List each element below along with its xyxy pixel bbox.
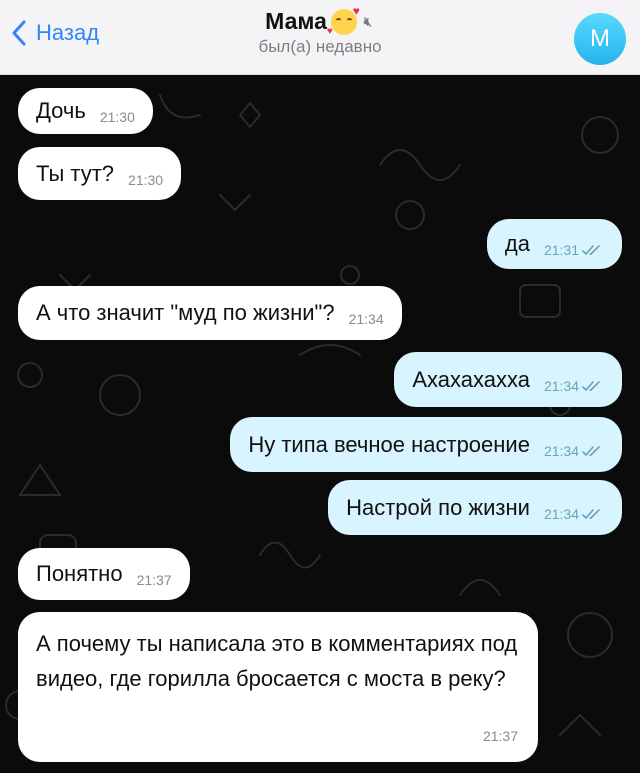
message-time-row: 21:34 [544,506,604,522]
message-time-row: 21:34 [544,378,604,394]
double-check-icon [582,245,600,256]
double-check-icon [582,508,600,519]
message-time: 21:30 [128,171,164,188]
double-check-icon [582,380,600,391]
message-incoming[interactable]: Понятно 21:37 [18,548,190,600]
contact-name: Мама [265,8,327,34]
message-time-row: 21:34 [544,443,604,459]
muted-icon: 🔇︎ [363,13,372,29]
message-text: Ахахахахха [412,366,530,392]
chat-header: Назад Мама ♥ ♥ 🔇︎ был(а) недавно М [0,0,640,75]
message-text: Настрой по жизни [346,494,530,520]
message-text: А почему ты написала это в комментариях … [36,631,518,691]
message-time: 21:34 [543,442,579,459]
message-text: Ну типа вечное настроение [248,431,530,457]
message-time: 21:34 [543,377,579,394]
message-incoming[interactable]: Дочь 21:30 [18,88,153,134]
message-time: 21:31 [543,242,579,258]
message-outgoing[interactable]: да 21:31 [486,219,622,269]
message-time: 21:34 [348,311,384,327]
message-time: 21:37 [136,572,172,588]
message-outgoing[interactable]: Ахахахахха 21:34 [394,352,622,407]
message-text: А что значит "муд по жизни"? [36,300,335,325]
message-time: 21:37 [482,728,518,744]
avatar[interactable]: М [574,13,626,65]
smiling-face-with-hearts-icon: ♥ ♥ [326,3,360,37]
message-incoming[interactable]: А почему ты написала это в комментариях … [18,612,538,762]
message-time: 21:34 [543,505,579,522]
message-time: 21:30 [99,109,135,125]
message-incoming[interactable]: Ты тут? 21:30 [18,147,182,200]
message-text: да [504,231,530,256]
message-text: Дочь [36,98,86,123]
message-text: Понятно [36,561,123,586]
contact-name-row: Мама ♥ ♥ 🔇︎ [265,3,375,37]
contact-status: был(а) недавно [258,37,382,56]
message-text: Ты тут? [36,160,115,186]
message-time-row: 21:31 [544,242,604,258]
message-outgoing[interactable]: Настрой по жизни 21:34 [328,480,622,535]
chat-title-block[interactable]: Мама ♥ ♥ 🔇︎ был(а) недавно [0,3,640,57]
message-outgoing[interactable]: Ну типа вечное настроение 21:34 [230,417,622,472]
message-incoming[interactable]: А что значит "муд по жизни"? 21:34 [18,286,402,340]
chat-area: Дочь 21:30 Ты тут? 21:30 да 21:31 А что … [0,75,640,773]
double-check-icon [582,445,600,456]
